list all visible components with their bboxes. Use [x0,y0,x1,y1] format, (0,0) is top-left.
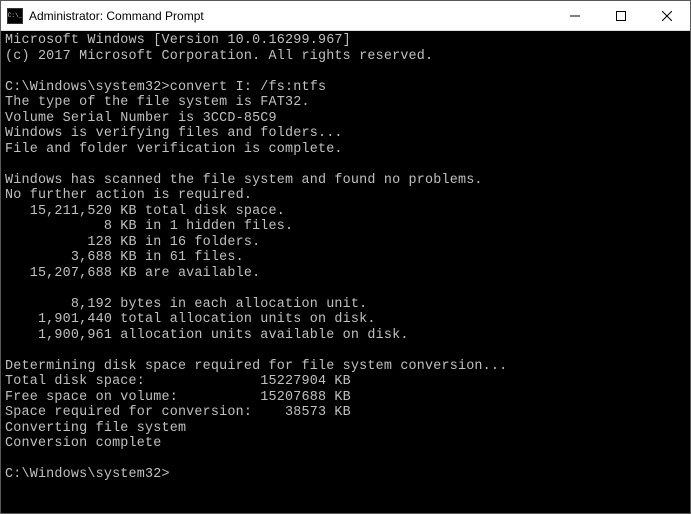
terminal-line: The type of the file system is FAT32. [5,95,686,111]
terminal-line: C:\Windows\system32>convert I: /fs:ntfs [5,80,686,96]
terminal-line: Windows is verifying files and folders..… [5,126,686,142]
terminal-line: 128 KB in 16 folders. [5,235,686,251]
terminal-line: 15,207,688 KB are available. [5,266,686,282]
terminal-output[interactable]: Microsoft Windows [Version 10.0.16299.96… [1,31,690,513]
terminal-line: Determining disk space required for file… [5,359,686,375]
terminal-line: C:\Windows\system32> [5,467,686,483]
terminal-line: Converting file system [5,421,686,437]
terminal-line: Volume Serial Number is 3CCD-85C9 [5,111,686,127]
terminal-line: 8,192 bytes in each allocation unit. [5,297,686,313]
titlebar[interactable]: Administrator: Command Prompt [1,1,690,31]
close-button[interactable] [644,1,690,30]
terminal-line: 1,900,961 allocation units available on … [5,328,686,344]
app-icon [7,8,23,24]
terminal-line: 1,901,440 total allocation units on disk… [5,312,686,328]
minimize-button[interactable] [552,1,598,30]
window-title: Administrator: Command Prompt [29,9,552,23]
terminal-line: File and folder verification is complete… [5,142,686,158]
terminal-line: Space required for conversion: 38573 KB [5,405,686,421]
terminal-line: Total disk space: 15227904 KB [5,374,686,390]
terminal-line: (c) 2017 Microsoft Corporation. All righ… [5,49,686,65]
terminal-line: 8 KB in 1 hidden files. [5,219,686,235]
terminal-line: Windows has scanned the file system and … [5,173,686,189]
terminal-line [5,64,686,80]
terminal-line [5,452,686,468]
window-controls [552,1,690,30]
terminal-line [5,343,686,359]
command-prompt-window: Administrator: Command Prompt Microsoft … [0,0,691,514]
terminal-line [5,157,686,173]
terminal-line [5,281,686,297]
maximize-button[interactable] [598,1,644,30]
terminal-line: 3,688 KB in 61 files. [5,250,686,266]
terminal-line: Free space on volume: 15207688 KB [5,390,686,406]
terminal-line: 15,211,520 KB total disk space. [5,204,686,220]
terminal-line: Conversion complete [5,436,686,452]
terminal-line: Microsoft Windows [Version 10.0.16299.96… [5,33,686,49]
terminal-line: No further action is required. [5,188,686,204]
